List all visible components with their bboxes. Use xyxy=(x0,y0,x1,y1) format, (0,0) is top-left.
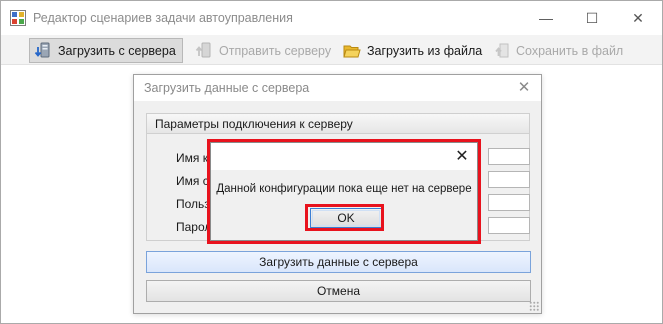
maximize-button[interactable]: ☐ xyxy=(569,1,615,35)
load-from-file-label: Загрузить из файла xyxy=(367,43,483,58)
user-name-input[interactable] xyxy=(488,194,530,211)
load-from-server-label: Загрузить с сервера xyxy=(58,43,176,58)
toolbar: Загрузить с сервера Отправить серверу За… xyxy=(1,35,662,65)
resize-grip[interactable] xyxy=(529,301,539,311)
password-input[interactable] xyxy=(488,217,530,234)
send-to-server-button[interactable]: Отправить серверу xyxy=(191,38,337,63)
load-from-file-button[interactable]: Загрузить из файла xyxy=(339,38,488,63)
app-window-icon xyxy=(10,10,26,26)
cancel-button[interactable]: Отмена xyxy=(146,280,531,302)
server-upload-icon xyxy=(195,42,211,57)
maximize-icon: ☐ xyxy=(585,9,599,26)
save-to-file-label: Сохранить в файл xyxy=(516,43,624,58)
dialog-close-button[interactable]: ✕ xyxy=(512,77,536,99)
minimize-icon: — xyxy=(539,10,553,26)
close-icon: ✕ xyxy=(632,9,644,26)
config-name-input[interactable] xyxy=(488,148,530,165)
window-title: Редактор сценариев задачи автоуправления xyxy=(33,11,293,25)
group-header[interactable]: Параметры подключения к серверу xyxy=(147,114,529,134)
server-download-icon xyxy=(34,42,50,57)
close-icon: ✕ xyxy=(517,79,531,96)
send-to-server-label: Отправить серверу xyxy=(219,43,332,58)
load-from-server-button[interactable]: Загрузить с сервера xyxy=(29,38,183,63)
group-title: Параметры подключения к серверу xyxy=(155,117,353,131)
folder-open-icon xyxy=(343,45,361,57)
save-file-icon xyxy=(495,43,509,57)
close-button[interactable]: ✕ xyxy=(615,1,661,35)
ok-button-highlight xyxy=(305,204,384,231)
save-to-file-button[interactable]: Сохранить в файл xyxy=(488,38,629,63)
server-name-input[interactable] xyxy=(488,171,530,188)
dialog-title: Загрузить данные с сервера xyxy=(144,81,310,95)
title-bar: Редактор сценариев задачи автоуправления… xyxy=(1,1,662,35)
minimize-button[interactable]: — xyxy=(523,1,569,35)
load-data-from-server-button[interactable]: Загрузить данные с сервера xyxy=(146,251,531,273)
dialog-title-bar: Загрузить данные с сервера ✕ xyxy=(134,75,541,101)
